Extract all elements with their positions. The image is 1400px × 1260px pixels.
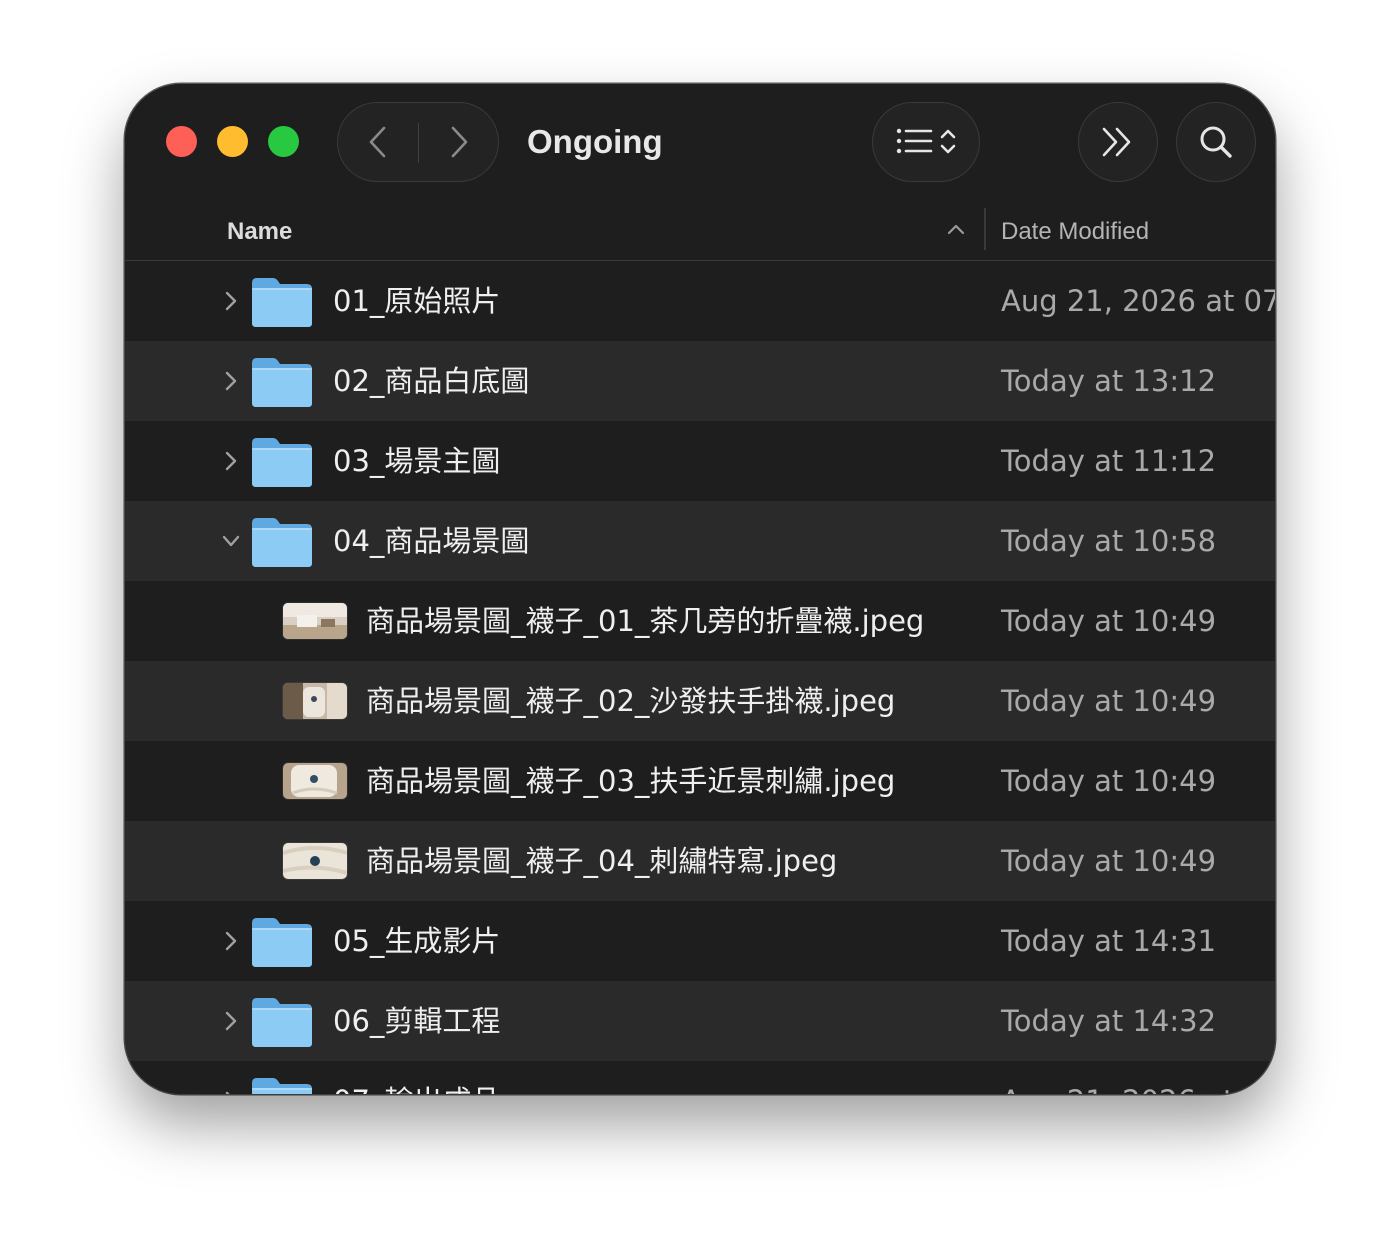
chevron-right-icon (451, 126, 468, 158)
file-list: 01_原始照片 Aug 21, 2026 at 07: 02_商品白底圖 Today … (125, 261, 1275, 1094)
disclosure-chevron-right-icon (225, 1011, 237, 1031)
item-date-modified: Today at 11:12 (1001, 444, 1217, 478)
image-thumbnail-icon (283, 603, 347, 639)
disclosure-chevron-right-icon (225, 1091, 230, 1094)
toolbar: Ongoing (125, 84, 1275, 204)
sort-ascending-icon[interactable] (946, 222, 966, 236)
minimize-button[interactable] (217, 126, 248, 157)
file-row[interactable]: 商品場景圖_襪子_01_茶几旁的折疊襪.jpeg Today at 10:49 (125, 581, 1275, 661)
disclosure-triangle[interactable] (221, 1007, 241, 1035)
item-name: 04_商品場景圖 (333, 524, 530, 558)
column-divider[interactable] (984, 208, 986, 250)
forward-button[interactable] (419, 103, 499, 181)
folder-icon (252, 1078, 312, 1094)
folder-icon-wrap (249, 993, 315, 1049)
folder-icon (252, 998, 312, 1047)
folder-icon-wrap (249, 913, 315, 969)
folder-icon-wrap (249, 1073, 315, 1094)
item-date-modified: Today at 14:32 (1001, 1004, 1217, 1038)
disclosure-chevron-right-icon (225, 931, 237, 951)
item-name: 02_商品白底圖 (333, 364, 530, 398)
disclosure-triangle[interactable] (221, 447, 241, 475)
item-date-modified: Today at 10:49 (1001, 684, 1217, 718)
folder-icon-wrap (249, 513, 315, 569)
item-date-modified: Aug 21, 2026 at 07: (1001, 1081, 1275, 1094)
file-row[interactable]: 商品場景圖_襪子_02_沙發扶手掛襪.jpeg Today at 10:49 (125, 661, 1275, 741)
column-header: Name Date Modified (125, 204, 1275, 261)
item-date-modified: Today at 10:49 (1001, 844, 1217, 878)
file-thumbnail (283, 763, 347, 799)
disclosure-triangle[interactable] (221, 367, 241, 395)
item-name: 03_場景主圖 (333, 444, 501, 478)
item-name: 01_原始照片 (333, 284, 501, 318)
file-row[interactable]: 商品場景圖_襪子_03_扶手近景刺繡.jpeg Today at 10:49 (125, 741, 1275, 821)
folder-icon (252, 438, 312, 487)
disclosure-chevron-right-icon (225, 451, 237, 471)
item-date-modified: Today at 10:49 (1001, 764, 1217, 798)
folder-icon-wrap (249, 433, 315, 489)
folder-row[interactable]: 02_商品白底圖 Today at 13:12 (125, 341, 1275, 421)
file-thumbnail (283, 603, 347, 639)
name-column-header[interactable]: Name (227, 214, 292, 250)
disclosure-chevron-right-icon (225, 371, 237, 391)
folder-row[interactable]: 05_生成影片 Today at 14:31 (125, 901, 1275, 981)
search-button[interactable] (1176, 102, 1256, 182)
file-thumbnail (283, 683, 347, 719)
search-icon (1200, 126, 1232, 158)
folder-row[interactable]: 07_輸出成品 Aug 21, 2026 at 07: (125, 1061, 1275, 1094)
disclosure-chevron-right-icon (225, 291, 237, 311)
item-name: 06_剪輯工程 (333, 1004, 501, 1038)
item-name: 商品場景圖_襪子_03_扶手近景刺繡.jpeg (366, 764, 896, 798)
navigation-group (337, 102, 499, 182)
finder-window: Ongoing Name Date Modified 01_原始照片 Aug 2… (125, 84, 1275, 1094)
more-toolbar-items-button[interactable] (1078, 102, 1158, 182)
list-view-icon (896, 128, 956, 154)
folder-icon-wrap (249, 353, 315, 409)
file-row[interactable]: 商品場景圖_襪子_04_刺繡特寫.jpeg Today at 10:49 (125, 821, 1275, 901)
disclosure-triangle[interactable] (221, 527, 241, 555)
back-button[interactable] (338, 103, 418, 181)
image-thumbnail-icon (283, 843, 347, 879)
zoom-button[interactable] (268, 126, 299, 157)
folder-icon (252, 278, 312, 327)
folder-icon (252, 918, 312, 967)
disclosure-triangle[interactable] (221, 1087, 241, 1094)
image-thumbnail-icon (283, 763, 347, 799)
folder-row[interactable]: 06_剪輯工程 Today at 14:32 (125, 981, 1275, 1061)
folder-icon (252, 518, 312, 567)
image-thumbnail-icon (283, 683, 347, 719)
item-name: 商品場景圖_襪子_02_沙發扶手掛襪.jpeg (366, 684, 896, 718)
item-date-modified: Today at 14:31 (1001, 924, 1217, 958)
item-name: 商品場景圖_襪子_04_刺繡特寫.jpeg (366, 844, 838, 878)
item-date-modified: Today at 10:49 (1001, 604, 1217, 638)
folder-icon-wrap (249, 273, 315, 329)
folder-row[interactable]: 03_場景主圖 Today at 11:12 (125, 421, 1275, 501)
folder-row[interactable]: 04_商品場景圖 Today at 10:58 (125, 501, 1275, 581)
disclosure-chevron-down-icon (222, 535, 240, 547)
file-thumbnail (283, 843, 347, 879)
date-modified-column-header[interactable]: Date Modified (1001, 214, 1149, 250)
window-title: Ongoing (527, 123, 663, 160)
double-chevron-right-icon (1102, 127, 1131, 157)
folder-icon (252, 358, 312, 407)
item-date-modified: Aug 21, 2026 at 07: (1001, 284, 1275, 318)
close-button[interactable] (166, 126, 197, 157)
folder-row[interactable]: 01_原始照片 Aug 21, 2026 at 07: (125, 261, 1275, 341)
disclosure-triangle[interactable] (221, 927, 241, 955)
item-name: 商品場景圖_襪子_01_茶几旁的折疊襪.jpeg (366, 604, 925, 638)
item-date-modified: Today at 10:58 (1001, 524, 1217, 558)
item-date-modified: Today at 13:12 (1001, 364, 1217, 398)
item-name: 07_輸出成品 (333, 1081, 500, 1094)
disclosure-triangle[interactable] (221, 287, 241, 315)
item-name: 05_生成影片 (333, 924, 501, 958)
chevron-left-icon (369, 126, 386, 158)
view-options-button[interactable] (872, 102, 980, 182)
